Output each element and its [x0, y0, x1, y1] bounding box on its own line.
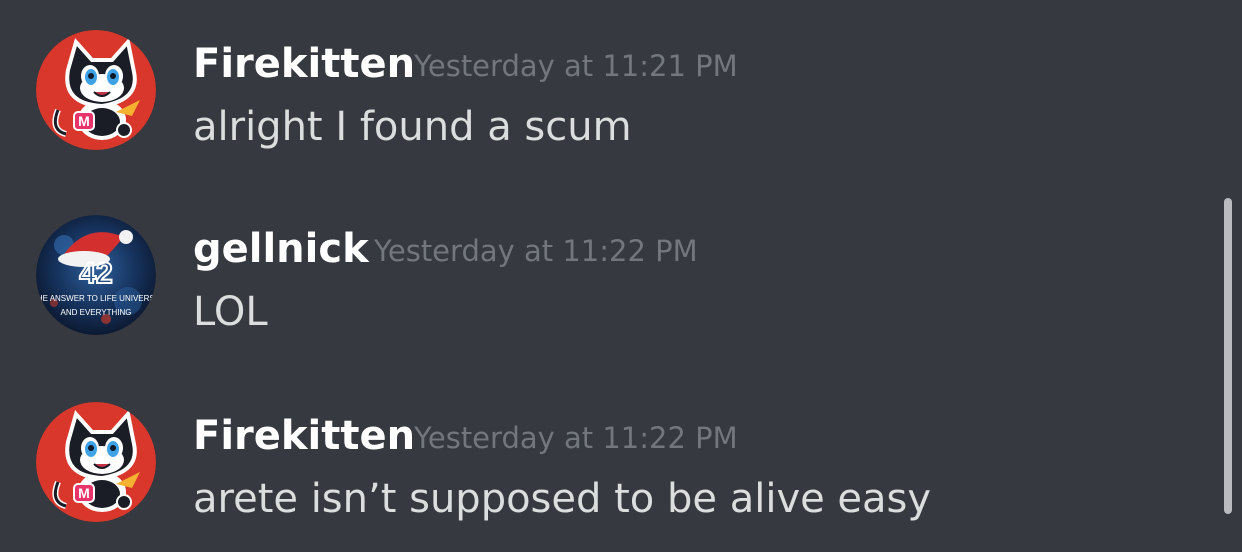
timestamp: Yesterday at 11:22 PM [374, 234, 698, 268]
chat-message-list: M Firekitten Yesterday at 11:21 PM alrig… [0, 0, 1242, 552]
message-1: M Firekitten Yesterday at 11:21 PM alrig… [0, 30, 1200, 160]
cat-mascot-avatar[interactable]: M [36, 30, 156, 150]
message-text: LOL [193, 289, 268, 335]
message-3: M Firekitten Yesterday at 11:22 PM arete… [0, 402, 1200, 532]
message-text: arete isn’t supposed to be alive easy [193, 476, 932, 522]
cat-mascot-avatar[interactable]: M [36, 402, 156, 522]
santa-hat-42-avatar[interactable]: 42 THE ANSWER TO LIFE UNIVERSE AND EVERY… [36, 215, 156, 335]
svg-text:THE ANSWER TO LIFE UNIVERSE: THE ANSWER TO LIFE UNIVERSE [36, 294, 156, 303]
username[interactable]: Firekitten [193, 44, 415, 84]
message-2: 42 THE ANSWER TO LIFE UNIVERSE AND EVERY… [0, 215, 1200, 345]
timestamp: Yesterday at 11:22 PM [414, 421, 738, 455]
username[interactable]: Firekitten [193, 416, 415, 456]
svg-text:42: 42 [79, 257, 112, 290]
svg-text:M: M [78, 113, 90, 129]
timestamp: Yesterday at 11:21 PM [414, 49, 738, 83]
svg-text:M: M [78, 485, 90, 501]
scrollbar-thumb[interactable] [1224, 198, 1232, 514]
svg-text:AND EVERYTHING: AND EVERYTHING [61, 308, 132, 317]
message-text: alright I found a scum [193, 104, 632, 150]
username[interactable]: gellnick [193, 229, 369, 269]
